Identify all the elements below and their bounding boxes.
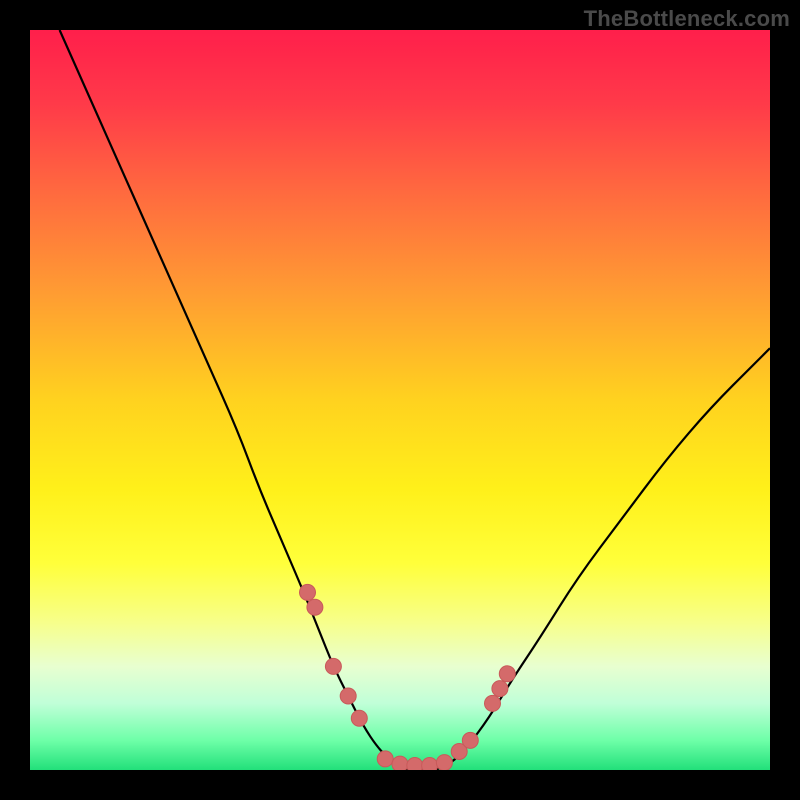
heat-gradient xyxy=(30,30,770,770)
benchmark-point xyxy=(377,751,393,767)
benchmark-point xyxy=(392,756,408,770)
benchmark-point xyxy=(422,758,438,770)
plot-area xyxy=(30,30,770,770)
benchmark-point xyxy=(351,710,367,726)
watermark-text: TheBottleneck.com xyxy=(584,6,790,32)
benchmark-point xyxy=(325,658,341,674)
chart-svg xyxy=(30,30,770,770)
benchmark-point xyxy=(499,666,515,682)
benchmark-point xyxy=(485,695,501,711)
benchmark-point xyxy=(407,758,423,770)
benchmark-point xyxy=(340,688,356,704)
benchmark-point xyxy=(436,755,452,770)
chart-frame: TheBottleneck.com xyxy=(0,0,800,800)
benchmark-point xyxy=(462,732,478,748)
benchmark-point xyxy=(307,599,323,615)
benchmark-point xyxy=(300,584,316,600)
benchmark-point xyxy=(492,681,508,697)
